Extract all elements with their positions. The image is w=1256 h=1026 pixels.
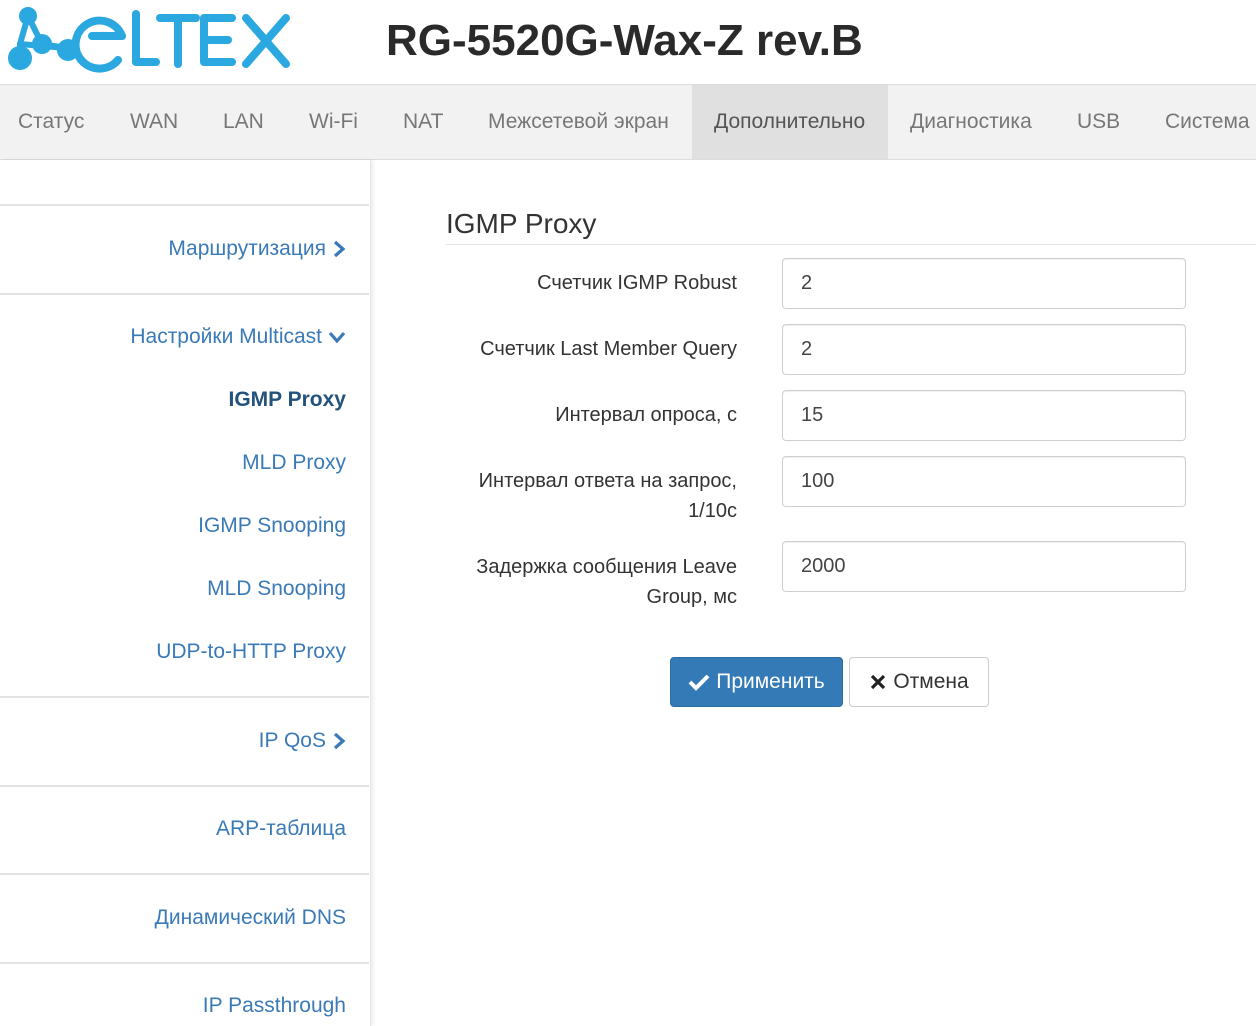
top-navbar: Статус WAN LAN Wi-Fi NAT Межсетевой экра… — [0, 84, 1256, 160]
nav-item-wan[interactable]: WAN — [108, 85, 200, 159]
page-title: IGMP Proxy — [446, 208, 597, 239]
nav-item-system[interactable]: Система — [1143, 85, 1256, 159]
query-interval-input[interactable] — [782, 390, 1186, 441]
sidebar-item-dynamic-dns[interactable]: Динамический DNS — [155, 906, 346, 930]
sidebar-item-igmp-proxy[interactable]: IGMP Proxy — [229, 388, 347, 412]
label-line: Интервал ответа на запрос, — [478, 470, 737, 492]
sidebar-item-label: Настройки Multicast — [130, 325, 322, 348]
device-title: RG-5520G-Wax-Z rev.B — [386, 16, 863, 65]
nav-item-diagnostics[interactable]: Диагностика — [888, 85, 1054, 159]
label-line: Group, мс — [646, 586, 737, 608]
apply-button-label: Применить — [716, 670, 825, 693]
label-line: 1/10с — [688, 500, 737, 522]
sidebar-item-multicast[interactable]: Настройки Multicast — [130, 325, 346, 349]
query-response-interval-label: Интервал ответа на запрос, 1/10с — [437, 466, 737, 526]
sidebar-item-arp-table[interactable]: ARP-таблица — [216, 817, 346, 841]
sidebar-item-igmp-snooping[interactable]: IGMP Snooping — [198, 514, 346, 538]
chevron-right-icon — [333, 733, 346, 750]
sidebar-divider — [0, 293, 369, 295]
sidebar-divider — [0, 785, 369, 787]
apply-button[interactable]: Применить — [670, 657, 843, 707]
nav-item-usb[interactable]: USB — [1055, 85, 1142, 159]
query-interval-label: Интервал опроса, с — [555, 404, 737, 426]
cancel-button[interactable]: Отмена — [849, 657, 989, 707]
label-line: Задержка сообщения Leave — [476, 556, 737, 578]
nav-item-advanced[interactable]: Дополнительно — [692, 85, 888, 159]
chevron-right-icon — [333, 241, 346, 258]
title-divider — [446, 244, 1256, 245]
nav-item-wifi[interactable]: Wi-Fi — [286, 85, 381, 159]
igmp-robust-label: Счетчик IGMP Robust — [537, 272, 737, 294]
sidebar-divider — [0, 962, 369, 964]
sidebar-item-label: Маршрутизация — [168, 237, 326, 260]
nav-item-nat[interactable]: NAT — [380, 85, 466, 159]
sidebar-item-mld-snooping[interactable]: MLD Snooping — [207, 577, 346, 601]
sidebar-divider — [0, 873, 369, 875]
sidebar-item-udp-to-http-proxy[interactable]: UDP-to-HTTP Proxy — [156, 640, 346, 664]
igmp-robust-input[interactable] — [782, 258, 1186, 309]
sidebar-item-ip-qos[interactable]: IP QoS — [259, 729, 346, 753]
leave-group-delay-label: Задержка сообщения Leave Group, мс — [437, 552, 737, 612]
last-member-query-label: Счетчик Last Member Query — [480, 338, 737, 360]
query-response-interval-input[interactable] — [782, 456, 1186, 507]
close-icon — [871, 674, 886, 690]
cancel-button-label: Отмена — [893, 670, 969, 693]
last-member-query-input[interactable] — [782, 324, 1186, 375]
nav-item-status[interactable]: Статус — [0, 85, 102, 159]
sidebar-item-label: IP QoS — [258, 729, 326, 752]
sidebar-divider — [0, 696, 369, 698]
nav-item-firewall[interactable]: Межсетевой экран — [466, 85, 691, 159]
nav-item-lan[interactable]: LAN — [200, 85, 287, 159]
check-icon — [688, 674, 710, 691]
sidebar-divider — [0, 204, 369, 206]
sidebar-item-mld-proxy[interactable]: MLD Proxy — [242, 451, 346, 475]
leave-group-delay-input[interactable] — [782, 541, 1186, 592]
header: RG-5520G-Wax-Z rev.B — [0, 0, 1256, 84]
sidebar: Маршрутизация Настройки Multicast IGMP P… — [0, 160, 371, 1026]
chevron-down-icon — [328, 332, 346, 344]
sidebar-item-routing[interactable]: Маршрутизация — [168, 237, 346, 261]
sidebar-item-ip-passthrough[interactable]: IP Passthrough — [203, 994, 346, 1018]
eltex-logo — [8, 7, 290, 73]
